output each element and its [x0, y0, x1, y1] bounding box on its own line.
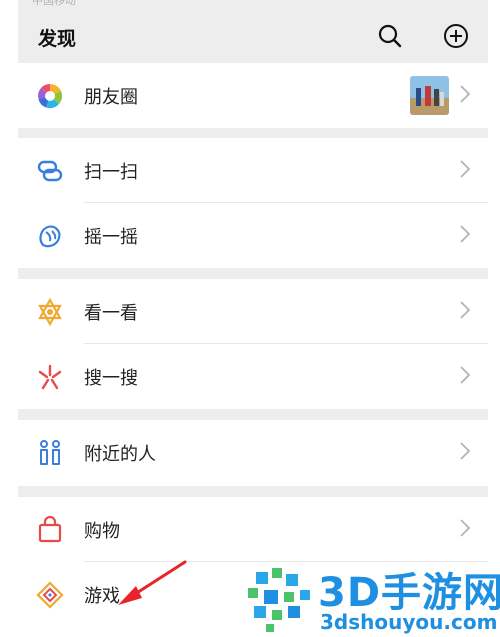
page-title: 发现 [38, 28, 77, 50]
menu-item-moments[interactable]: 朋友圈 [18, 63, 488, 128]
search-button[interactable] [376, 22, 404, 50]
chevron-right-icon [460, 301, 471, 319]
shopping-bag-icon [38, 515, 62, 543]
top-stories-icon [38, 297, 62, 327]
chevron-right-icon [460, 519, 471, 537]
menu-item-scan[interactable]: 扫一扫 [18, 138, 488, 203]
chevron-right-icon [460, 85, 471, 103]
menu-label-moments: 朋友圈 [84, 87, 138, 108]
people-nearby-icon [40, 440, 60, 465]
menu-label-games: 游戏 [84, 586, 120, 607]
chevron-right-icon [460, 442, 471, 460]
chevron-right-icon [460, 160, 471, 178]
chevron-right-icon [460, 225, 471, 243]
watermark-url: 3dshouyou.com [320, 610, 498, 634]
scan-icon [37, 160, 63, 182]
moments-thumbnail [410, 76, 449, 115]
carrier-text: 中国移动 [32, 0, 76, 7]
group-moments: 朋友圈 [18, 63, 488, 128]
group-scan-shake: 扫一扫 摇一摇 [18, 138, 488, 268]
menu-item-nearby[interactable]: 附近的人 [18, 420, 488, 485]
menu-label-top-stories: 看一看 [84, 303, 138, 324]
menu-label-shopping: 购物 [84, 521, 120, 542]
search-icon [378, 24, 402, 48]
status-bar: 中国移动 [18, 0, 488, 10]
menu-item-search[interactable]: 搜一搜 [18, 344, 488, 409]
menu-label-shake: 摇一摇 [84, 227, 138, 248]
menu-item-shake[interactable]: 摇一摇 [18, 203, 488, 268]
top-bar: 发现 [18, 10, 488, 62]
moments-aperture-icon [38, 83, 63, 109]
discover-screen: 中国移动 发现 朋友圈 扫一扫 摇一摇 看一看 搜一搜 附近的人 购物 游戏 [18, 0, 488, 637]
menu-label-search: 搜一搜 [84, 368, 138, 389]
menu-label-nearby: 附近的人 [84, 444, 156, 465]
menu-item-shopping[interactable]: 购物 [18, 497, 488, 562]
chevron-right-icon [460, 366, 471, 384]
watermark-logo-icon [248, 568, 310, 632]
menu-item-top-stories[interactable]: 看一看 [18, 279, 488, 344]
search-sparkle-icon [38, 364, 62, 390]
add-button[interactable] [442, 22, 470, 50]
games-icon [36, 581, 64, 609]
group-look-search: 看一看 搜一搜 [18, 279, 488, 409]
site-watermark: 3D手游网 3dshouyou.com [240, 566, 500, 637]
shake-icon [39, 225, 61, 248]
group-nearby: 附近的人 [18, 420, 488, 486]
plus-circle-icon [444, 24, 468, 48]
menu-label-scan: 扫一扫 [84, 162, 138, 183]
